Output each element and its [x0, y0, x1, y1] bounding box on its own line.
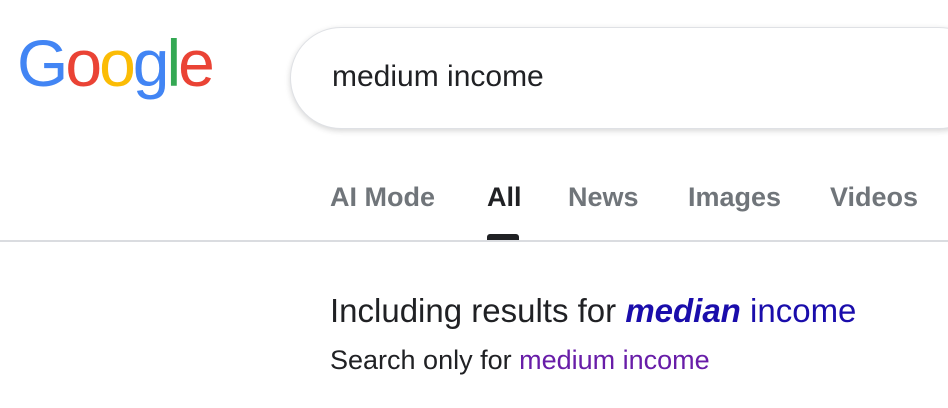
search-results-page: Google AI Mode All News Images Videos In… [0, 0, 948, 408]
tab-videos[interactable]: Videos [830, 182, 918, 213]
search-tabs: AI Mode All News Images Videos [0, 170, 948, 242]
tab-ai-mode[interactable]: AI Mode [330, 182, 435, 213]
original-query-link[interactable]: medium income [519, 345, 710, 375]
logo-letter: o [65, 26, 102, 100]
tab-all[interactable]: All [487, 182, 522, 213]
logo-letter: g [132, 26, 170, 100]
tab-news[interactable]: News [568, 182, 639, 213]
logo-letter: l [166, 26, 182, 100]
search-input[interactable] [332, 57, 932, 97]
correction-prefix: Including results for [330, 292, 626, 329]
logo-letter: o [99, 26, 136, 100]
logo-letter: e [178, 26, 215, 100]
spelling-correction: Including results for median income [330, 292, 856, 330]
search-only-prefix: Search only for [330, 345, 520, 375]
logo-letter: G [17, 26, 68, 100]
tab-images[interactable]: Images [688, 182, 781, 213]
corrected-query-link[interactable]: median income [625, 292, 856, 329]
search-box[interactable] [290, 27, 948, 129]
corrected-query-rest: income [740, 292, 857, 329]
tabs-divider [0, 240, 948, 242]
google-logo[interactable]: Google [17, 26, 215, 100]
search-only-line: Search only for medium income [330, 345, 710, 376]
corrected-word: median [625, 292, 741, 329]
